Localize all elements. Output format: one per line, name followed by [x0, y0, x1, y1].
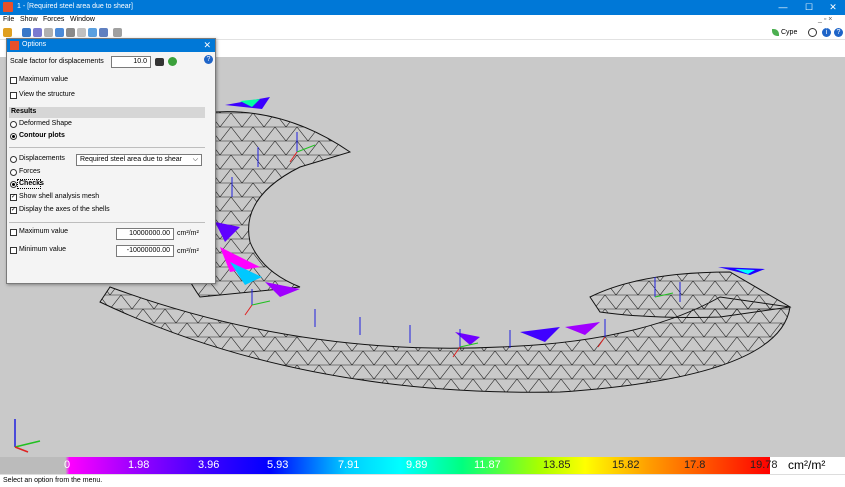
- max-limit-checkbox[interactable]: [10, 229, 17, 236]
- deformed-shape-radio[interactable]: [10, 121, 17, 128]
- open-icon[interactable]: [3, 28, 12, 37]
- min-limit-label: Minimum value: [19, 246, 67, 253]
- scale-factor-input[interactable]: 10.0: [111, 56, 151, 68]
- zoom-all-icon[interactable]: [55, 28, 64, 37]
- close-button[interactable]: ✕: [820, 0, 845, 15]
- deformed-shape-label: Deformed Shape: [19, 120, 72, 127]
- search-icon[interactable]: [808, 28, 817, 37]
- legend-value: 1.98: [128, 459, 150, 471]
- info-icon[interactable]: i: [822, 28, 831, 37]
- brand-label: Cype: [781, 29, 798, 36]
- fit-icon[interactable]: [88, 28, 97, 37]
- rotate-icon[interactable]: [33, 28, 42, 37]
- result-type-select[interactable]: Required steel area due to shear ⌵: [76, 154, 202, 166]
- checks-radio[interactable]: [10, 181, 17, 188]
- legend-value: 13.85: [543, 459, 571, 471]
- forces-radio[interactable]: [10, 169, 17, 176]
- max-value-check-label: Maximum value: [19, 76, 69, 83]
- max-limit-input[interactable]: 10000000.00: [116, 228, 174, 240]
- view-structure-label: View the structure: [19, 91, 75, 98]
- displacements-radio[interactable]: [10, 156, 17, 163]
- zoom-window-icon[interactable]: [44, 28, 53, 37]
- min-limit-input[interactable]: -10000000.00: [116, 245, 174, 257]
- dialog-help-icon[interactable]: ?: [204, 55, 213, 64]
- zoom-icon[interactable]: [66, 28, 75, 37]
- menu-window[interactable]: Window: [70, 16, 95, 23]
- title-bar: 1 - [Required steel area due to shear] —…: [0, 0, 845, 15]
- max-limit-label: Maximum value: [19, 228, 69, 235]
- display-axes-checkbox[interactable]: ✓: [10, 207, 17, 214]
- results-header-band: [9, 107, 205, 118]
- menu-show[interactable]: Show: [20, 16, 38, 23]
- dialog-title: Options: [22, 41, 47, 48]
- color-legend: 0 1.98 3.96 5.93 7.91 9.89 11.87 13.85 1…: [0, 457, 845, 474]
- focus-indicator: [17, 179, 41, 189]
- dialog-close-icon[interactable]: ✕: [203, 40, 211, 51]
- legend-value: 0: [64, 459, 71, 471]
- status-bar: Select an option from the menu.: [0, 474, 845, 487]
- show-mesh-checkbox[interactable]: ✓: [10, 194, 17, 201]
- grid-icon[interactable]: [99, 28, 108, 37]
- legend-value: 3.96: [198, 459, 220, 471]
- min-limit-unit: cm²/m²: [177, 248, 199, 255]
- dialog-title-bar[interactable]: Options ✕: [7, 39, 215, 52]
- menu-bar: File Show Forces Window _ ▫ ×: [0, 15, 845, 26]
- max-limit-unit: cm²/m²: [177, 230, 199, 237]
- menu-forces[interactable]: Forces: [43, 16, 64, 23]
- app-icon: [3, 2, 13, 12]
- legend-value: 19.78: [750, 459, 778, 471]
- display-axes-label: Display the axes of the shells: [19, 206, 110, 213]
- dialog-icon: [10, 41, 19, 50]
- legend-gradient: [0, 457, 770, 474]
- results-header: Results: [11, 108, 37, 115]
- legend-value: 7.91: [338, 459, 360, 471]
- divider: [9, 147, 205, 148]
- globe-icon[interactable]: [168, 57, 177, 66]
- window-title: 1 - [Required steel area due to shear]: [17, 3, 133, 10]
- view-icon[interactable]: [22, 28, 31, 37]
- mdi-controls[interactable]: _ ▫ ×: [818, 16, 832, 23]
- contour-plots-label: Contour plots: [19, 132, 65, 139]
- contour-plots-radio[interactable]: [10, 133, 17, 140]
- legend-unit: cm²/m²: [788, 458, 826, 472]
- calculator-icon[interactable]: [155, 58, 164, 66]
- legend-value: 11.87: [474, 459, 501, 471]
- show-mesh-label: Show shell analysis mesh: [19, 193, 100, 200]
- legend-value: 9.89: [406, 459, 428, 471]
- legend-value: 5.93: [267, 459, 289, 471]
- legend-value: 17.8: [684, 459, 706, 471]
- min-limit-checkbox[interactable]: [10, 247, 17, 254]
- status-text: Select an option from the menu.: [3, 477, 103, 484]
- minimize-button[interactable]: —: [770, 0, 796, 15]
- menu-file[interactable]: File: [3, 16, 14, 23]
- help-icon[interactable]: ?: [834, 28, 843, 37]
- divider: [9, 222, 205, 223]
- legend-value: 15.82: [612, 459, 640, 471]
- maximize-button[interactable]: ☐: [796, 0, 822, 15]
- result-type-value: Required steel area due to shear: [80, 156, 182, 163]
- axes-icon[interactable]: [113, 28, 122, 37]
- displacements-label: Displacements: [19, 155, 65, 162]
- view-structure-checkbox[interactable]: [10, 92, 17, 99]
- max-value-checkbox[interactable]: [10, 77, 17, 84]
- pan-icon[interactable]: [77, 28, 86, 37]
- cype-logo-icon: [772, 29, 779, 36]
- forces-label: Forces: [19, 168, 41, 175]
- options-dialog[interactable]: Options ✕ Scale factor for displacements…: [6, 38, 216, 284]
- chevron-down-icon: ⌵: [192, 156, 198, 163]
- scale-factor-label: Scale factor for displacements: [10, 58, 104, 65]
